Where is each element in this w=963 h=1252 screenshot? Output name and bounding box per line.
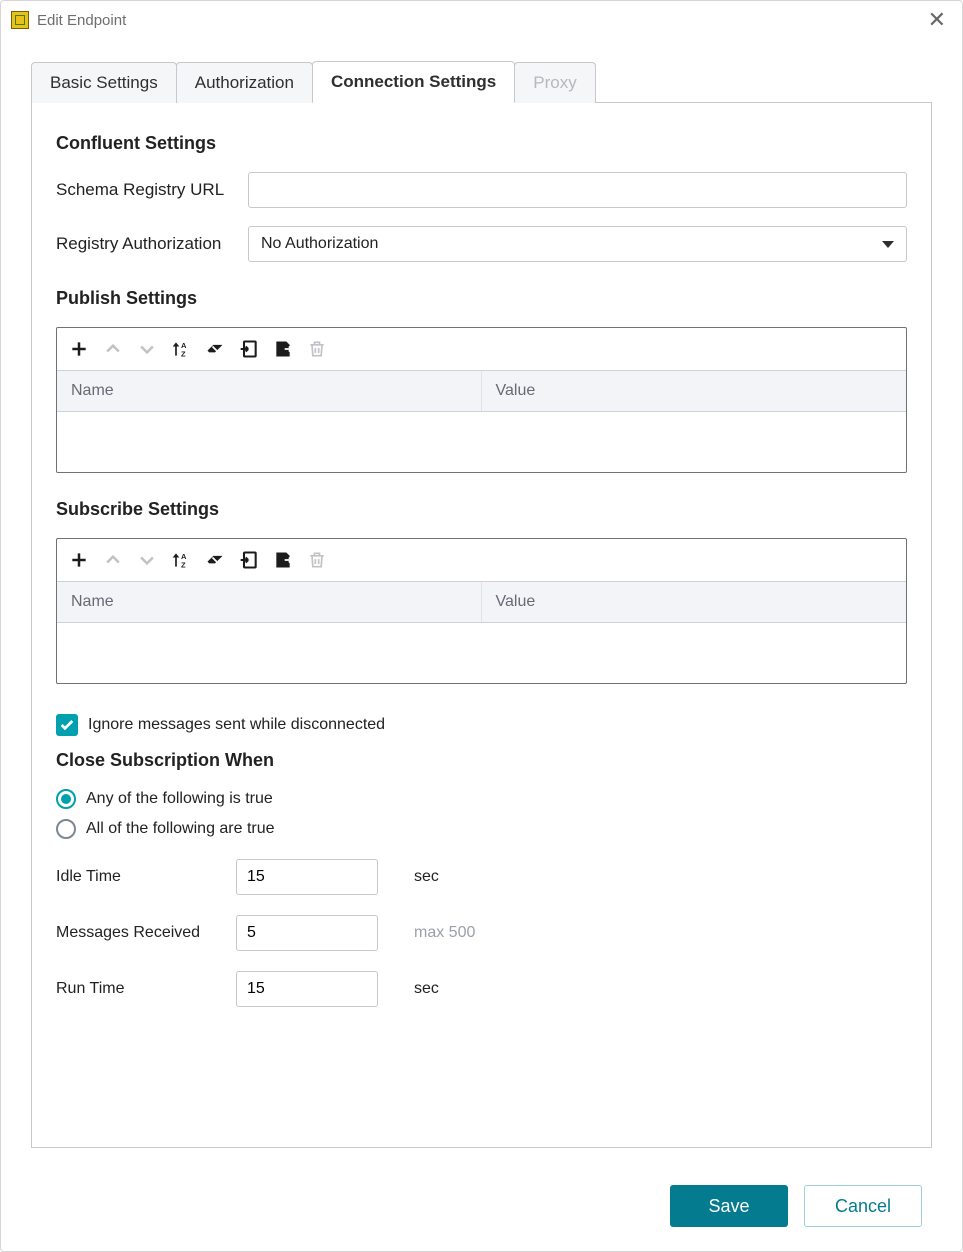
hint-messages-max: max 500 [414, 924, 475, 942]
section-title-close-subscription: Close Subscription When [56, 750, 907, 771]
cancel-button[interactable]: Cancel [804, 1185, 922, 1227]
move-down-icon [135, 337, 159, 361]
label-run-time: Run Time [56, 980, 236, 998]
save-button[interactable]: Save [670, 1185, 788, 1227]
chevron-down-icon [882, 241, 894, 248]
import-icon[interactable] [237, 337, 261, 361]
import-icon[interactable] [237, 548, 261, 572]
section-title-subscribe: Subscribe Settings [56, 499, 907, 520]
sort-icon[interactable]: AZ [169, 548, 193, 572]
idle-time-input[interactable] [236, 859, 378, 895]
move-down-icon [135, 548, 159, 572]
section-title-confluent: Confluent Settings [56, 133, 907, 154]
subscribe-toolbar: AZ [57, 539, 906, 581]
publish-col-value: Value [482, 382, 907, 400]
add-icon[interactable] [67, 337, 91, 361]
clear-icon[interactable] [203, 337, 227, 361]
export-icon[interactable] [271, 337, 295, 361]
publish-grid-body[interactable] [57, 412, 906, 472]
tab-authorization[interactable]: Authorization [176, 62, 313, 103]
export-icon[interactable] [271, 548, 295, 572]
unit-run-time: sec [414, 980, 439, 998]
svg-text:Z: Z [181, 561, 186, 570]
registry-authorization-value: No Authorization [261, 235, 378, 253]
app-icon [11, 11, 29, 29]
add-icon[interactable] [67, 548, 91, 572]
tab-strip: Basic Settings Authorization Connection … [31, 61, 932, 103]
radio-selected-icon [56, 789, 76, 809]
subscribe-grid-body[interactable] [57, 623, 906, 683]
dialog-body: Basic Settings Authorization Connection … [1, 37, 962, 1167]
radio-all-true[interactable]: All of the following are true [56, 819, 907, 839]
label-messages-received: Messages Received [56, 924, 236, 942]
label-schema-registry-url: Schema Registry URL [56, 180, 248, 200]
publish-grid: AZ Name Val [56, 327, 907, 473]
edit-endpoint-dialog: Edit Endpoint ✕ Basic Settings Authoriza… [0, 0, 963, 1252]
window-title: Edit Endpoint [37, 12, 126, 29]
subscribe-grid-header: Name Value [57, 581, 906, 623]
ignore-disconnected-row[interactable]: Ignore messages sent while disconnected [56, 714, 907, 736]
publish-col-name: Name [57, 371, 482, 411]
schema-registry-url-input[interactable] [248, 172, 907, 208]
titlebar: Edit Endpoint ✕ [1, 1, 962, 37]
dialog-footer: Save Cancel [1, 1167, 962, 1251]
sort-icon[interactable]: AZ [169, 337, 193, 361]
radio-any-label: Any of the following is true [86, 790, 273, 808]
move-up-icon [101, 548, 125, 572]
subscribe-col-name: Name [57, 582, 482, 622]
tab-proxy[interactable]: Proxy [514, 62, 595, 103]
label-idle-time: Idle Time [56, 868, 236, 886]
label-registry-authorization: Registry Authorization [56, 234, 248, 254]
subscribe-grid: AZ Name Val [56, 538, 907, 684]
delete-icon [305, 548, 329, 572]
section-title-publish: Publish Settings [56, 288, 907, 309]
messages-received-input[interactable] [236, 915, 378, 951]
checkbox-checked-icon[interactable] [56, 714, 78, 736]
radio-any-true[interactable]: Any of the following is true [56, 789, 907, 809]
tab-basic-settings[interactable]: Basic Settings [31, 62, 177, 103]
run-time-input[interactable] [236, 971, 378, 1007]
radio-unselected-icon [56, 819, 76, 839]
svg-text:Z: Z [181, 350, 186, 359]
tab-connection-settings[interactable]: Connection Settings [312, 61, 515, 103]
ignore-disconnected-label: Ignore messages sent while disconnected [88, 716, 385, 734]
clear-icon[interactable] [203, 548, 227, 572]
radio-all-label: All of the following are true [86, 820, 275, 838]
registry-authorization-select[interactable]: No Authorization [248, 226, 907, 262]
publish-toolbar: AZ [57, 328, 906, 370]
move-up-icon [101, 337, 125, 361]
publish-grid-header: Name Value [57, 370, 906, 412]
subscribe-col-value: Value [482, 593, 907, 611]
unit-idle-time: sec [414, 868, 439, 886]
tab-panel-connection: Confluent Settings Schema Registry URL R… [31, 102, 932, 1148]
delete-icon [305, 337, 329, 361]
close-icon[interactable]: ✕ [922, 7, 952, 33]
